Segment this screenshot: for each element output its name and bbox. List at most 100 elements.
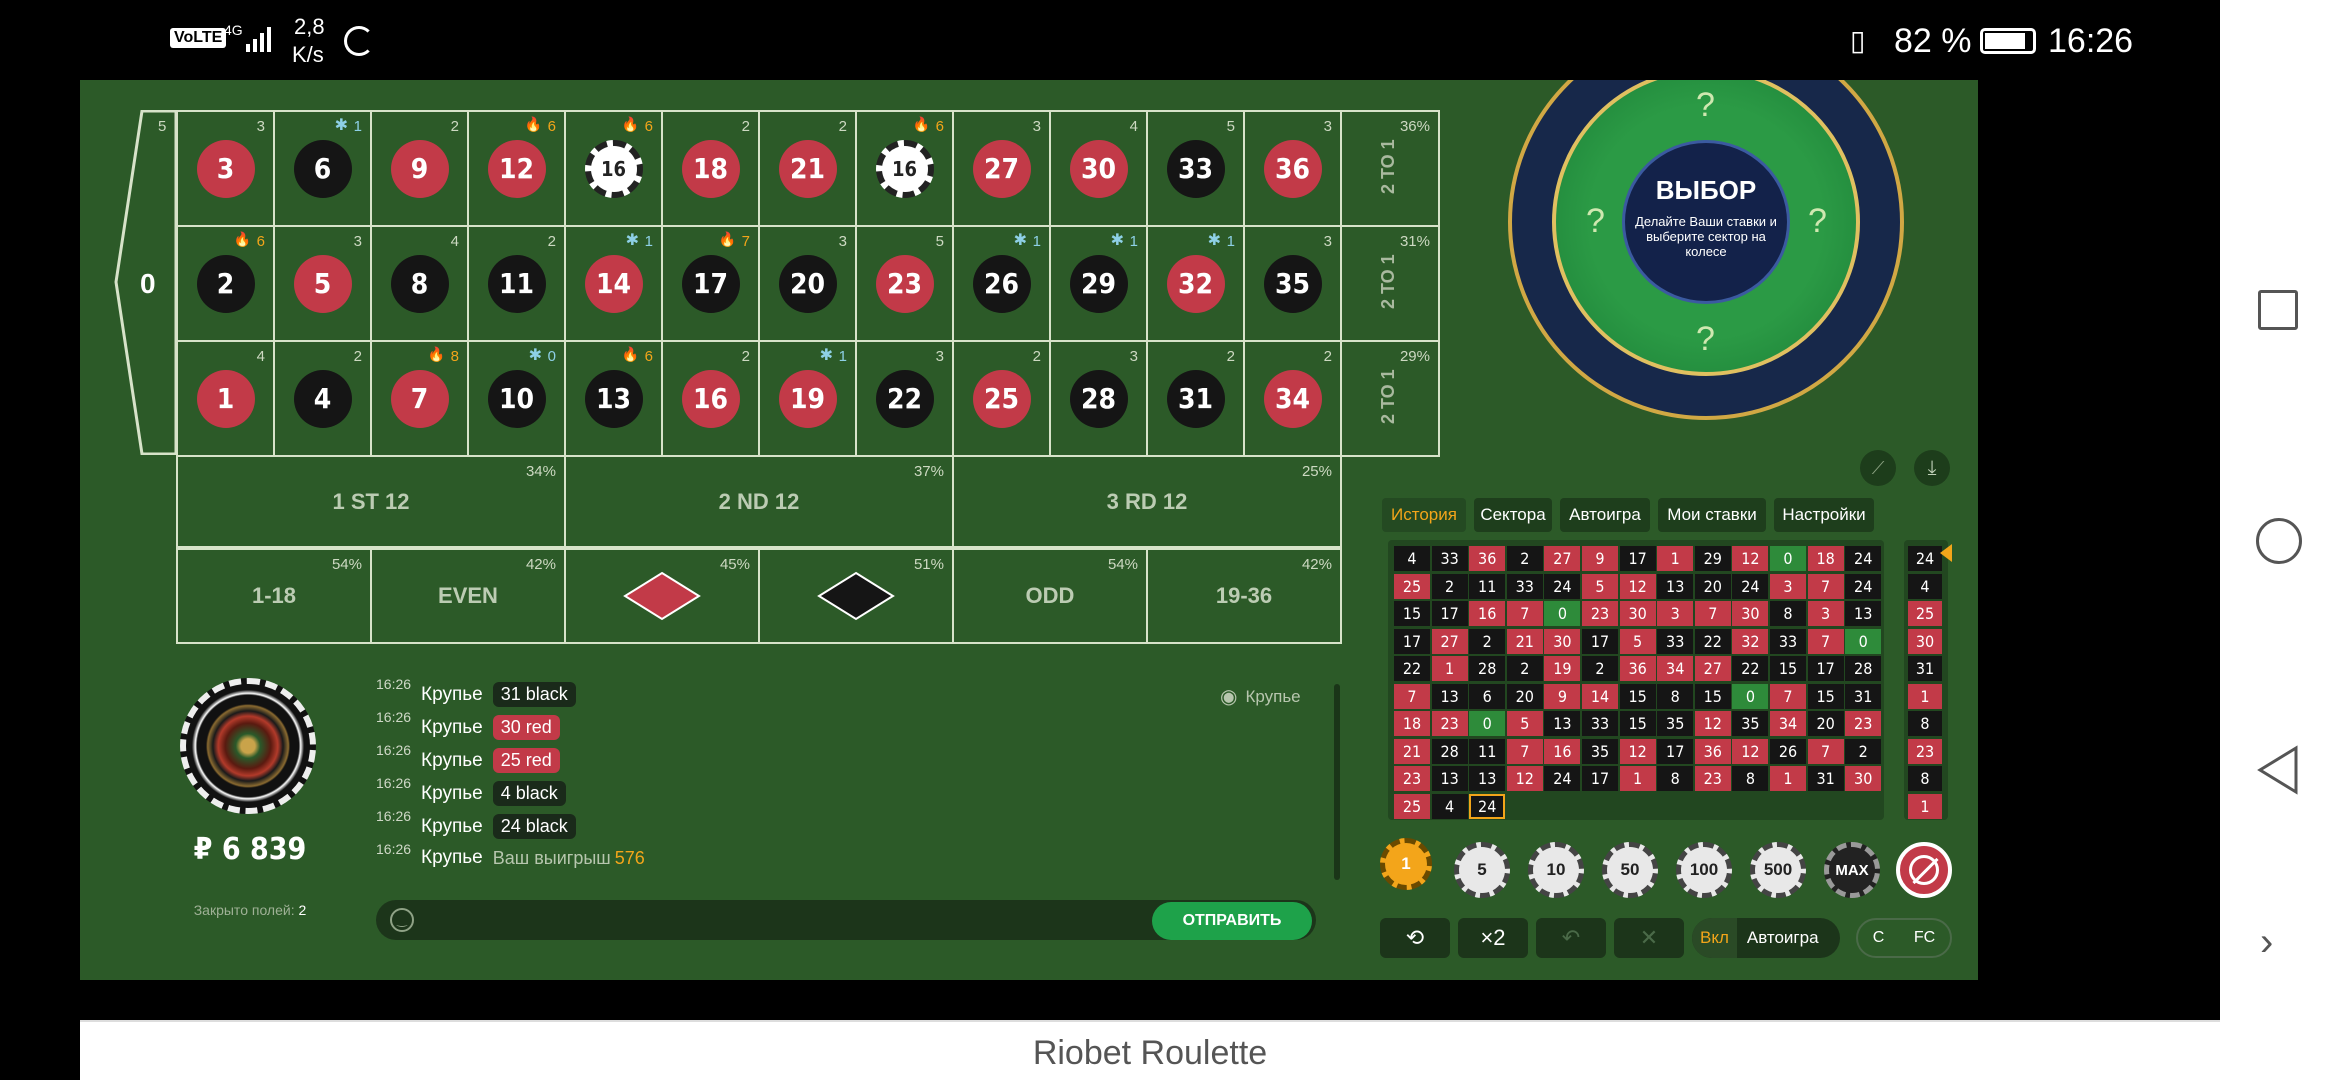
autoplay-toggle[interactable]: Вкл Автоигра bbox=[1692, 918, 1840, 958]
send-button[interactable]: ОТПРАВИТЬ bbox=[1152, 902, 1312, 940]
number-cell[interactable]: 34 2 bbox=[1243, 340, 1342, 457]
undo-button[interactable]: ↶ bbox=[1536, 918, 1606, 958]
number-cell[interactable]: 14 bbox=[176, 340, 275, 457]
number-cell[interactable]: 27 3 bbox=[952, 110, 1051, 227]
number-cell[interactable]: 84 bbox=[370, 225, 469, 342]
roulette-wheel-thumbnail[interactable] bbox=[180, 678, 316, 814]
history-number: 2 bbox=[1506, 546, 1543, 571]
number-cell[interactable]: 21 2 bbox=[758, 110, 857, 227]
sector-right[interactable]: ? bbox=[1808, 202, 1827, 241]
sector-bottom[interactable]: ? bbox=[1696, 320, 1715, 359]
mode-fc[interactable]: FC bbox=[1914, 929, 1935, 947]
number-cell[interactable]: 12 6 🔥 bbox=[467, 110, 566, 227]
number-cell[interactable]: 11 2 bbox=[467, 225, 566, 342]
home-button[interactable] bbox=[2256, 518, 2302, 564]
red-bet-cell[interactable]: 45% bbox=[564, 548, 760, 644]
number-cell[interactable]: 20 3 bbox=[758, 225, 857, 342]
number-cell[interactable]: 2 6 🔥 bbox=[176, 225, 275, 342]
chip-500[interactable]: 500 bbox=[1750, 842, 1806, 898]
repeat-bet-button[interactable]: ⟲ bbox=[1380, 918, 1450, 958]
outside-bet-cell[interactable]: 54% 1-18 bbox=[176, 548, 372, 644]
number-cell[interactable]: 28 3 bbox=[1049, 340, 1148, 457]
number-cell[interactable]: 23 5 bbox=[855, 225, 954, 342]
sector-top[interactable]: ? bbox=[1696, 86, 1715, 125]
last-number: 8 bbox=[1908, 766, 1942, 791]
tab-4[interactable]: Настройки bbox=[1774, 498, 1874, 532]
chip-10[interactable]: 10 bbox=[1528, 842, 1584, 898]
number-cell[interactable]: 16 2 bbox=[661, 340, 760, 457]
chip-MAX[interactable]: MAX bbox=[1824, 842, 1880, 898]
chip-1[interactable]: 1 bbox=[1380, 838, 1432, 890]
hit-count: 8 bbox=[450, 348, 459, 365]
number-cell[interactable]: 17 7 🔥 bbox=[661, 225, 760, 342]
number-cell[interactable]: 6 1 ✱ bbox=[273, 110, 372, 227]
sector-left[interactable]: ? bbox=[1586, 202, 1605, 241]
number-cell[interactable]: 92 bbox=[370, 110, 469, 227]
tab-3[interactable]: Мои ставки bbox=[1658, 498, 1766, 532]
history-number: 12 bbox=[1694, 711, 1731, 736]
double-bet-button[interactable]: ×2 bbox=[1458, 918, 1528, 958]
outside-bet-cell[interactable]: 42% 19-36 bbox=[1146, 548, 1342, 644]
tab-0[interactable]: История bbox=[1382, 498, 1466, 532]
back-button[interactable] bbox=[2256, 745, 2302, 795]
outside-bet-cell[interactable]: 54% ODD bbox=[952, 548, 1148, 644]
number-cell[interactable]: 14 1 ✱ bbox=[564, 225, 663, 342]
number-cell[interactable]: 42 bbox=[273, 340, 372, 457]
history-number: 2 bbox=[1845, 738, 1882, 764]
dozen-bet-cell[interactable]: 25% 3 RD 12 bbox=[952, 455, 1342, 548]
number-cell[interactable]: 7 8 🔥 bbox=[370, 340, 469, 457]
history-number: 35 bbox=[1657, 711, 1694, 736]
black-bet-cell[interactable]: 51% bbox=[758, 548, 954, 644]
clear-chips-icon[interactable] bbox=[1896, 842, 1952, 898]
column-bet-cell[interactable]: 36% 2 TO 1 bbox=[1340, 110, 1440, 227]
column-bet-cell[interactable]: 31% 2 TO 1 bbox=[1340, 225, 1440, 342]
tab-2[interactable]: Автоигра bbox=[1560, 498, 1650, 532]
number-ball: 16 bbox=[681, 369, 740, 428]
number-cell[interactable]: 10 0 ✱ bbox=[467, 340, 566, 457]
edit-icon[interactable]: ⟋ bbox=[1860, 450, 1896, 486]
hit-count: 6 bbox=[547, 118, 556, 135]
outside-bet-cell[interactable]: 42% EVEN bbox=[370, 548, 566, 644]
clear-bets-button[interactable]: ✕ bbox=[1614, 918, 1684, 958]
mode-c[interactable]: C bbox=[1873, 929, 1885, 947]
number-cell[interactable]: 31 2 bbox=[1146, 340, 1245, 457]
number-cell[interactable]: 18 2 bbox=[661, 110, 760, 227]
zero-cell[interactable]: 0 5 bbox=[112, 110, 178, 455]
emoji-icon[interactable]: ‿ bbox=[390, 908, 414, 932]
column-bet-cell[interactable]: 29% 2 TO 1 bbox=[1340, 340, 1440, 457]
number-cell[interactable]: 32 1 ✱ bbox=[1146, 225, 1245, 342]
number-ball: 19 bbox=[778, 369, 837, 428]
number-cell[interactable]: 13 6 🔥 bbox=[564, 340, 663, 457]
number-cell[interactable]: 26 1 ✱ bbox=[952, 225, 1051, 342]
chip-50[interactable]: 50 bbox=[1602, 842, 1658, 898]
history-number: 7 bbox=[1506, 738, 1543, 764]
chevron-right-icon[interactable]: › bbox=[2260, 920, 2273, 965]
number-cell[interactable]: 16 6 🔥 bbox=[855, 110, 954, 227]
number-cell[interactable]: 36 3 bbox=[1243, 110, 1342, 227]
dealer-filter[interactable]: ◉ Крупье bbox=[1220, 684, 1301, 709]
number-cell[interactable]: 29 1 ✱ bbox=[1049, 225, 1148, 342]
download-icon[interactable]: ⤓ bbox=[1914, 450, 1950, 486]
number-cell[interactable]: 35 3 bbox=[1243, 225, 1342, 342]
tab-1[interactable]: Сектора bbox=[1474, 498, 1552, 532]
number-cell[interactable]: 53 bbox=[273, 225, 372, 342]
battery-icon bbox=[1980, 28, 2036, 54]
dozen-bet-cell[interactable]: 37% 2 ND 12 bbox=[564, 455, 954, 548]
recents-button[interactable] bbox=[2258, 290, 2298, 330]
hit-count: 2 bbox=[450, 118, 459, 135]
number-cell[interactable]: 33 bbox=[176, 110, 275, 227]
wheel-selector[interactable]: ВЫБОР Делайте Ваши ставки и выберите сек… bbox=[1508, 80, 1904, 424]
number-cell[interactable]: 30 4 bbox=[1049, 110, 1148, 227]
dozen-bet-cell[interactable]: 34% 1 ST 12 bbox=[176, 455, 566, 548]
number-cell[interactable]: 22 3 bbox=[855, 340, 954, 457]
number-cell[interactable]: 16 6 🔥 bbox=[564, 110, 663, 227]
history-number: 33 bbox=[1506, 573, 1543, 599]
chat-scrollbar[interactable] bbox=[1334, 684, 1340, 880]
autoplay-on[interactable]: Вкл bbox=[1692, 918, 1737, 958]
chip-100[interactable]: 100 bbox=[1676, 842, 1732, 898]
number-cell[interactable]: 25 2 bbox=[952, 340, 1051, 457]
number-cell[interactable]: 33 5 bbox=[1146, 110, 1245, 227]
chip-5[interactable]: 5 bbox=[1454, 842, 1510, 898]
mode-toggle[interactable]: C FC bbox=[1856, 918, 1952, 958]
number-cell[interactable]: 19 1 ✱ bbox=[758, 340, 857, 457]
